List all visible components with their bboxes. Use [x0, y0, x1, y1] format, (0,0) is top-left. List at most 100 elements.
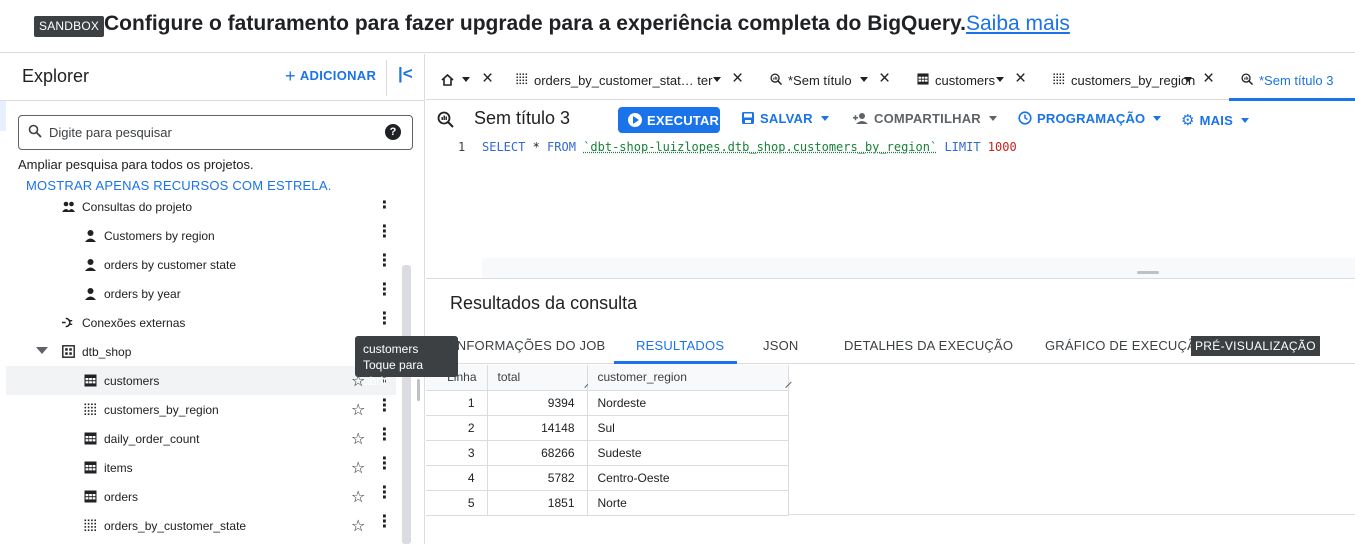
tree-item[interactable]: Customers by region · · · [6, 217, 396, 250]
more-vert-icon[interactable]: ··· [381, 304, 389, 334]
more-vert-icon[interactable]: ··· [381, 507, 389, 537]
close-icon[interactable]: × [1015, 68, 1026, 90]
tree-item[interactable]: customers_by_region ☆ · · · [6, 391, 396, 424]
table-row: 2 14148 Sul [426, 415, 789, 441]
column-header[interactable]: customer_region [587, 365, 792, 391]
billing-banner: SANDBOX Configure o faturamento para faz… [0, 0, 1355, 53]
results-empty-area [788, 365, 1355, 515]
tree-item-label: orders_by_customer_state [104, 519, 247, 533]
table-cell: 14148 [487, 415, 588, 441]
editor-tab[interactable]: customers_by_region × [1041, 54, 1229, 100]
close-icon[interactable]: × [482, 68, 493, 90]
search-input[interactable] [49, 116, 379, 149]
share-button[interactable]: COMPARTILHAR [853, 111, 997, 126]
run-button[interactable]: EXECUTAR [618, 107, 720, 133]
star-icon[interactable]: ☆ [351, 487, 365, 507]
tree-item[interactable]: orders ☆ · · · [6, 478, 396, 511]
chevron-down-icon[interactable] [1184, 77, 1192, 82]
tree-item[interactable]: Consultas do projeto ··· [6, 200, 396, 221]
tree-item-label: customers_by_region [104, 403, 219, 417]
chevron-down-icon [1153, 116, 1162, 121]
chevron-down-icon[interactable] [462, 77, 470, 82]
tree-item-label: orders [104, 490, 139, 504]
tree-item[interactable]: orders by year · · · [6, 275, 396, 308]
table-cell: Sul [587, 415, 789, 441]
divider [0, 100, 425, 101]
show-starred-link[interactable]: MOSTRAR APENAS RECURSOS COM ESTRELA. [26, 178, 332, 193]
tree-item[interactable]: Conexões externas · · · [6, 304, 396, 337]
close-icon[interactable]: × [879, 68, 890, 90]
add-button[interactable]: + ADICIONAR [285, 66, 376, 87]
table-cell: 3 [426, 440, 488, 466]
close-icon[interactable]: × [732, 68, 743, 90]
close-icon[interactable]: × [1203, 68, 1214, 90]
results-title: Resultados da consulta [450, 293, 638, 313]
star-icon[interactable]: ☆ [351, 400, 365, 420]
tree-item[interactable]: orders_by_customer_state ☆ · · · [6, 507, 396, 540]
editor-tab[interactable]: *Sem título × [758, 54, 905, 100]
editor-tab[interactable]: customers × [905, 54, 1041, 100]
editor-resize-handle[interactable] [1137, 271, 1159, 274]
help-icon[interactable]: ? [385, 124, 401, 140]
more-vert-icon[interactable]: ··· [381, 391, 389, 421]
tree-item-label: Consultas do projeto [82, 200, 193, 214]
sandbox-badge: SANDBOX [34, 16, 105, 37]
share-button-label: COMPARTILHAR [874, 111, 981, 126]
person-icon [84, 229, 97, 242]
sql-editor[interactable]: 1 SELECT * FROM `dbt-shop-luizlopes.dtb_… [426, 137, 1355, 279]
editor-tab[interactable]: *Sem título 3 [1229, 54, 1355, 101]
sql-code[interactable]: SELECT * FROM `dbt-shop-luizlopes.dtb_sh… [482, 140, 1017, 154]
more-vert-icon[interactable]: ··· [381, 200, 389, 218]
table-cell: 5 [426, 490, 488, 516]
more-vert-icon[interactable]: ··· [381, 217, 389, 247]
chevron-down-icon[interactable] [713, 77, 721, 82]
collapse-panel-icon[interactable]: |< [398, 64, 413, 84]
tree-item[interactable]: customers☆··· [6, 362, 396, 395]
table-row: 3 68266 Sudeste [426, 440, 789, 466]
table-cell: 2 [426, 415, 488, 441]
view-icon [84, 403, 97, 416]
table-cell: 1851 [487, 490, 588, 516]
divider [386, 60, 387, 96]
scrollbar[interactable] [402, 265, 411, 544]
tree-item-label: dtb_shop [82, 345, 132, 359]
sql-number: 1000 [987, 140, 1017, 154]
more-vert-icon[interactable]: ··· [381, 420, 389, 450]
more-button-label: MAIS [1199, 113, 1233, 128]
editor-tab-label: orders_by_customer_stat… ter [534, 73, 713, 88]
star-icon[interactable]: ☆ [351, 458, 365, 478]
tab-job-info[interactable]: INFORMAÇÕES DO JOB [453, 338, 605, 353]
more-vert-icon[interactable]: ··· [381, 449, 389, 479]
expand-caret-icon[interactable] [36, 347, 48, 354]
tree-item-label: orders by customer state [104, 258, 237, 272]
schedule-button[interactable]: PROGRAMAÇÃO [1018, 111, 1162, 126]
tab-json[interactable]: JSON [763, 338, 798, 353]
tab-execution-details[interactable]: DETALHES DA EXECUÇÃO [844, 338, 1013, 353]
tab-home[interactable]: × [426, 54, 504, 100]
more-vert-icon[interactable]: ··· [381, 275, 389, 305]
learn-more-link[interactable]: Saiba mais [966, 12, 1070, 35]
tab-results[interactable]: RESULTADOS [636, 338, 724, 353]
sql-table-ref[interactable]: `dbt-shop-luizlopes.dtb_shop.customers_b… [583, 140, 937, 154]
more-vert-icon[interactable]: ··· [381, 246, 389, 276]
column-header[interactable]: total [487, 365, 591, 391]
tree-item-label: daily_order_count [104, 432, 200, 446]
query-toolbar: Sem título 3 EXECUTAR SALVAR COMPARTILHA… [426, 101, 1355, 137]
search-icon [28, 124, 42, 138]
tree-item[interactable]: items ☆ · · · [6, 449, 396, 482]
sql-keyword: FROM [547, 140, 576, 154]
tree-item[interactable]: dtb_shop [6, 337, 396, 366]
tree-item[interactable]: daily_order_count ☆ · · · [6, 420, 396, 453]
more-button[interactable]: ⚙ MAIS [1181, 111, 1249, 129]
chevron-down-icon[interactable] [996, 77, 1004, 82]
tab-execution-graph[interactable]: GRÁFICO DE EXECUÇÃO [1045, 338, 1206, 353]
tree-item[interactable]: orders by customer state · · · [6, 246, 396, 279]
star-icon[interactable]: ☆ [351, 516, 365, 536]
star-icon[interactable]: ☆ [351, 429, 365, 449]
editor-tab[interactable]: orders_by_customer_stat… ter × [504, 54, 758, 100]
more-vert-icon[interactable]: ··· [381, 478, 389, 508]
chevron-down-icon[interactable] [860, 77, 868, 82]
search-box: ? [18, 115, 413, 150]
save-button[interactable]: SALVAR [741, 111, 829, 126]
query-title: Sem título 3 [474, 108, 571, 128]
